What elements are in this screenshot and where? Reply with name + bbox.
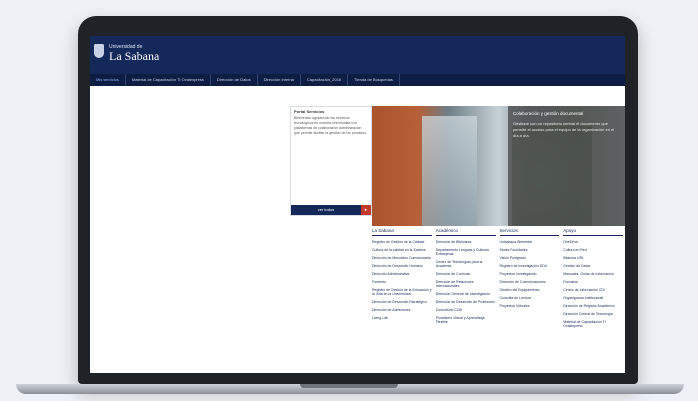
- column-link[interactable]: Visión Postgrado: [500, 256, 560, 260]
- column-link[interactable]: Dirección de Desarrollo de Profesores: [436, 300, 496, 304]
- column-link[interactable]: Dirección Administrativa: [372, 272, 432, 276]
- arrow-icon[interactable]: ►: [361, 205, 371, 215]
- column-link[interactable]: Centro de Información CDI: [563, 288, 623, 292]
- column-link[interactable]: Sedes Facultades: [500, 248, 560, 252]
- column-link[interactable]: Formatos: [563, 280, 623, 284]
- hero-glass-facade: [422, 116, 477, 226]
- column-link[interactable]: Dirección de Relaciones Internacionales: [436, 280, 496, 288]
- view-all-button[interactable]: ver todos: [291, 205, 361, 215]
- info-box: Portal Servicios Bienvenido agradecido l…: [290, 106, 372, 216]
- main-content: Portal Servicios Bienvenido agradecido l…: [90, 86, 625, 373]
- overlay-title: Colaboración y gestión documental: [513, 111, 584, 116]
- laptop-notch: [300, 384, 398, 388]
- overlay-text: Gestione con un repositorio central el d…: [513, 121, 615, 138]
- column-link[interactable]: Cultura de la calidad en la Sabana: [372, 248, 432, 252]
- logo-title[interactable]: La Sabana: [109, 49, 159, 64]
- column-link[interactable]: Fomento: [372, 280, 432, 284]
- column-link[interactable]: Dirección de Mercadeo Comunicación: [372, 256, 432, 260]
- column-link[interactable]: Dirección Central de Tecnología: [563, 312, 623, 316]
- column-link[interactable]: Material de Capacitación TI Ovalexpress: [563, 320, 623, 328]
- column-link[interactable]: Registro de Gestión de la Educación y la…: [372, 288, 432, 296]
- nav-item-4[interactable]: Capacitación_2016: [301, 74, 349, 86]
- column-link[interactable]: Dirección de Comunicaciones: [500, 280, 560, 284]
- info-title: Portal Servicios: [294, 109, 325, 114]
- column-link[interactable]: Organigrama Institucional: [563, 296, 623, 300]
- column-link[interactable]: Living Lab: [372, 316, 432, 320]
- main-nav: Mis servicios Material de Capacitación TI…: [90, 74, 625, 86]
- column-link[interactable]: Proyectos Virtuales: [500, 304, 560, 308]
- column-link[interactable]: OneDrive: [563, 240, 623, 244]
- link-column: Apoyo OneDrive Cultura en Red Bitácora URL G…: [561, 228, 625, 370]
- site-header: Universidad de La Sabana: [90, 36, 625, 74]
- column-link[interactable]: Dirección de Desarrollo Estratégico: [372, 300, 432, 304]
- column-link[interactable]: Pluralismo Virtual y Aprendizaje Flexibl…: [436, 316, 496, 324]
- column-link[interactable]: Bitácora URL: [563, 256, 623, 260]
- column-heading: La Sabana: [372, 228, 432, 236]
- hero-overlay[interactable]: Colaboración y gestión documental Gestio…: [508, 106, 625, 226]
- column-link[interactable]: Dirección de Registro Académico: [563, 304, 623, 308]
- column-link[interactable]: Dirección General de Investigación: [436, 292, 496, 296]
- laptop-screen: Universidad de La Sabana Mis servicios Ma…: [90, 36, 625, 373]
- nav-item-2[interactable]: Dirección de Datos: [211, 74, 258, 86]
- column-heading: Académico: [435, 228, 496, 236]
- column-link[interactable]: Consulta de Lectura: [500, 296, 560, 300]
- nav-item-1[interactable]: Material de Capacitación TI Ovalexpress: [126, 74, 211, 86]
- link-column: Servicios Unisabana Bienestar Sedes Facult…: [498, 228, 562, 370]
- column-link[interactable]: Gestión de Datos: [563, 264, 623, 268]
- column-link[interactable]: Manuales, Guías de Información: [563, 272, 623, 276]
- university-crest-icon[interactable]: [94, 44, 104, 58]
- nav-item-3[interactable]: Dirección Interna: [258, 74, 301, 86]
- column-link[interactable]: Registro de Investigación DDU: [500, 264, 560, 268]
- column-link[interactable]: Consultorio CDB: [436, 308, 496, 312]
- column-link[interactable]: Unisabana Bienestar: [500, 240, 560, 244]
- column-link[interactable]: Cultura en Red: [563, 248, 623, 252]
- column-link[interactable]: Departamento Lenguas y Culturas Extranje…: [436, 248, 496, 256]
- link-column: Académico Dirección de Biblioteca Departam…: [434, 228, 498, 370]
- column-link[interactable]: Centro de Tecnologías para la Academia: [436, 260, 496, 268]
- link-columns: La Sabana Registro de Gestión de la Calid…: [370, 228, 625, 370]
- column-heading: Servicios: [499, 228, 560, 236]
- column-link[interactable]: Dirección de Currículo: [436, 272, 496, 276]
- column-link[interactable]: Registro de Gestión de la Calidad: [372, 240, 432, 244]
- column-link[interactable]: Gestión del Equipamiento: [500, 288, 560, 292]
- column-link[interactable]: Proyectos Investigación: [500, 272, 560, 276]
- link-column: La Sabana Registro de Gestión de la Calid…: [370, 228, 434, 370]
- nav-item-5[interactable]: Tienda de Búsquedas: [348, 74, 400, 86]
- column-link[interactable]: Dirección de Admisiones: [372, 308, 432, 312]
- info-text: Bienvenido agradecido los servicios tecn…: [294, 116, 367, 135]
- column-heading: Apoyo: [563, 228, 623, 236]
- column-link[interactable]: Dirección de Desarrollo Humano: [372, 264, 432, 268]
- column-link[interactable]: Dirección de Biblioteca: [436, 240, 496, 244]
- nav-item-0[interactable]: Mis servicios: [90, 74, 126, 86]
